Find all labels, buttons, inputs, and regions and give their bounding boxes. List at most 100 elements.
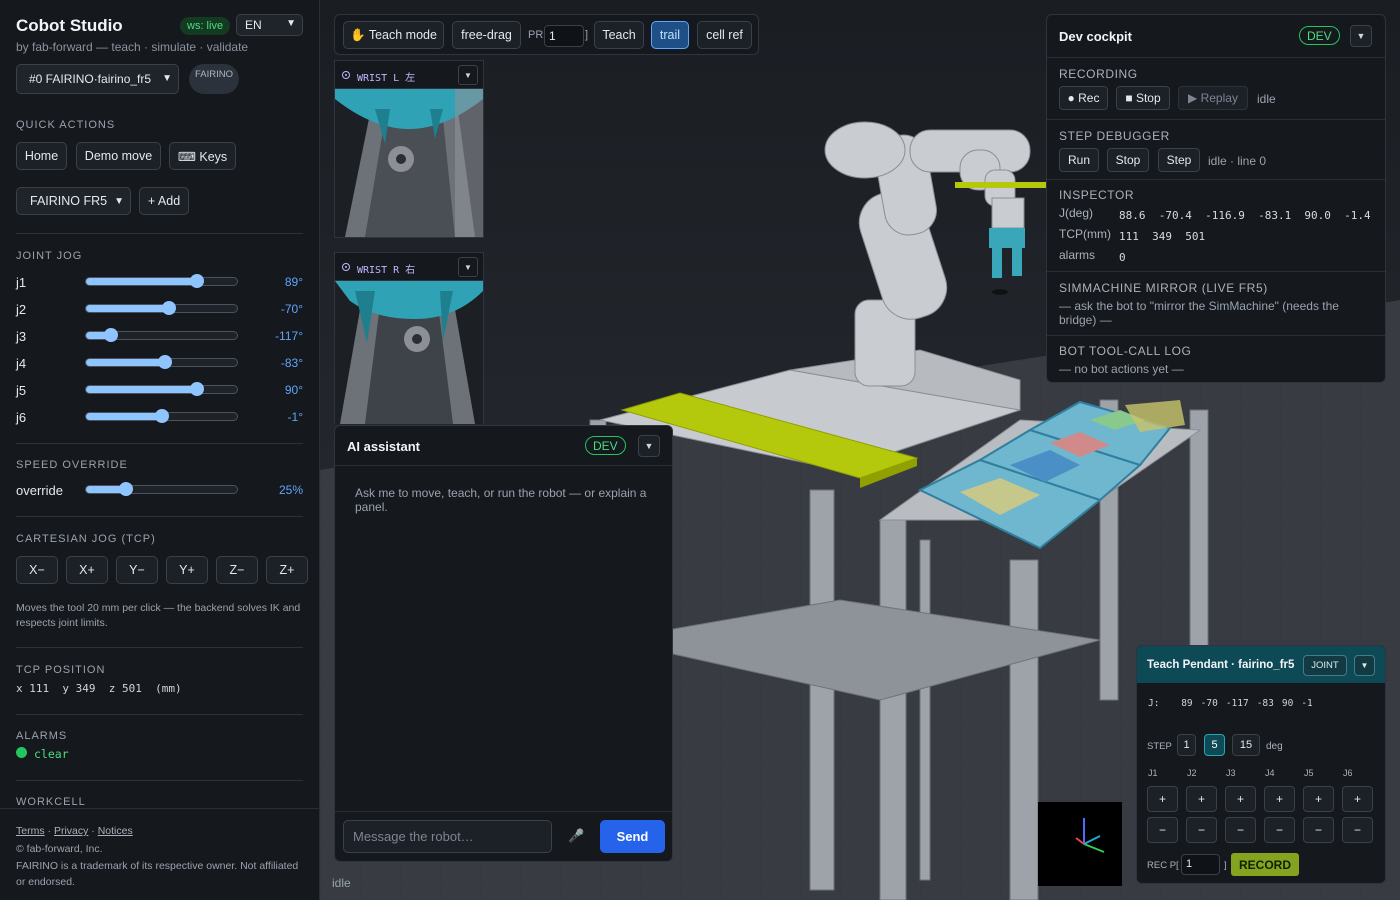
joint-plus-button[interactable]: + (1342, 786, 1373, 812)
pr-close-bracket: ] (585, 29, 589, 41)
pendant-joint-value: 90 (1281, 698, 1294, 709)
keys-button[interactable]: ⌨ Keys (169, 142, 236, 170)
ws-status-badge: ws: live (180, 17, 231, 35)
dev-badge: DEV (585, 436, 626, 455)
cartesian-jog-button[interactable]: X+ (66, 556, 108, 584)
rec-p-input[interactable]: 1 (1181, 854, 1220, 875)
step-15-button[interactable]: 15 (1232, 734, 1260, 756)
privacy-link[interactable]: Privacy (54, 825, 88, 837)
teach-mode-button[interactable]: ✋ Teach mode (343, 21, 444, 49)
joint-row-j3: j3 -117° (16, 326, 303, 346)
inspector-j-value: 88.6 -70.4 -116.9 -83.1 90.0 -1.4 (1119, 209, 1371, 222)
chevron-down-icon: ▼ (114, 196, 124, 207)
copyright: © fab-forward, Inc. (16, 843, 103, 855)
joint-label: j2 (16, 302, 27, 317)
joint-slider-j6[interactable] (154, 409, 169, 423)
joint-value: -117° (275, 329, 303, 343)
home-button[interactable]: Home (16, 142, 67, 170)
pendant-joint-value: -70 (1200, 698, 1218, 709)
joint-minus-button[interactable]: − (1264, 817, 1295, 843)
app-title: Cobot Studio (16, 16, 123, 35)
demo-move-button[interactable]: Demo move (76, 142, 161, 170)
replay-button[interactable]: ▶ Replay (1178, 86, 1248, 110)
joint-row-j2: j2 -70° (16, 299, 303, 319)
cartesian-jog-button[interactable]: X− (16, 556, 58, 584)
joint-plus-button[interactable]: + (1186, 786, 1217, 812)
ai-assistant-panel: AI assistant DEV ▼ Ask me to move, teach… (334, 425, 673, 862)
bot-tool-call-section: BOT TOOL-CALL LOG — no bot actions yet — (1047, 335, 1385, 383)
joint-slider-j3[interactable] (104, 328, 118, 342)
joint-slider-j4[interactable] (157, 355, 172, 369)
record-button[interactable]: RECORD (1231, 853, 1299, 876)
teach-pendant-title: Teach Pendant · fairino_fr5 (1147, 659, 1295, 671)
wrist-cam-right: WRIST R 右 ▼ (334, 252, 484, 424)
joint-slider-track[interactable] (85, 277, 238, 286)
add-robot-button[interactable]: + Add (139, 187, 189, 215)
terms-link[interactable]: Terms (16, 825, 45, 837)
joint-minus-button[interactable]: − (1186, 817, 1217, 843)
step-5-button[interactable]: 5 (1204, 734, 1225, 756)
inspector-section: INSPECTOR J(deg) 88.6 -70.4 -116.9 -83.1… (1047, 179, 1385, 271)
joint-label: j4 (16, 356, 27, 371)
joint-label: j5 (16, 383, 27, 398)
step-1-button[interactable]: 1 (1177, 734, 1196, 756)
joint-plus-button[interactable]: + (1225, 786, 1256, 812)
joint-plus-button[interactable]: + (1303, 786, 1334, 812)
joint-slider-j5[interactable] (189, 382, 204, 396)
joint-minus-button[interactable]: − (1225, 817, 1256, 843)
trail-toggle[interactable]: trail (651, 21, 689, 49)
speed-override-track[interactable] (85, 485, 238, 494)
joint-minus-button[interactable]: − (1342, 817, 1373, 843)
chevron-down-icon[interactable]: ▼ (458, 257, 478, 277)
step-debugger-heading: STEP DEBUGGER (1059, 129, 1170, 143)
pendant-joint-value: -83 (1256, 698, 1274, 709)
chevron-down-icon[interactable]: ▼ (638, 435, 660, 457)
message-input[interactable]: Message the robot… (343, 820, 552, 853)
model-select-value: FAIRINO FR5 (30, 194, 108, 208)
rec-button[interactable]: ● Rec (1059, 86, 1108, 110)
cartesian-jog-button[interactable]: Z− (216, 556, 258, 584)
joint-plus-button[interactable]: + (1264, 786, 1295, 812)
inspector-tcp-label: TCP(mm) (1059, 227, 1111, 241)
robot-select[interactable]: #0 FAIRINO·fairino_fr5 ▼ (16, 64, 179, 94)
run-button[interactable]: Run (1059, 148, 1099, 172)
free-drag-button[interactable]: free-drag (452, 21, 521, 49)
divider (16, 516, 303, 517)
joint-plus-button[interactable]: + (1147, 786, 1178, 812)
joint-value: -1° (287, 410, 303, 424)
chevron-down-icon[interactable]: ▼ (1354, 655, 1375, 676)
step-button[interactable]: Step (1158, 148, 1200, 172)
camera-icon (342, 71, 350, 79)
stop-recording-button[interactable]: ■ Stop (1116, 86, 1170, 110)
alarms-status: clear (34, 747, 69, 761)
wrist-cam-right-feed (335, 281, 483, 424)
joint-slider-track[interactable] (85, 385, 238, 394)
cell-ref-button[interactable]: cell ref (697, 21, 752, 49)
notices-link[interactable]: Notices (98, 825, 133, 837)
pr-index-input[interactable]: 1 (544, 25, 584, 47)
send-button[interactable]: Send (600, 820, 665, 853)
brand-pill: FAIRINO (189, 64, 240, 94)
joint-minus-button[interactable]: − (1303, 817, 1334, 843)
cartesian-jog-button[interactable]: Y+ (166, 556, 208, 584)
chevron-down-icon[interactable]: ▼ (458, 65, 478, 85)
camera-icon (342, 263, 350, 271)
teach-button[interactable]: Teach (594, 21, 644, 49)
language-select[interactable]: EN ▼ (236, 14, 303, 36)
joint-slider-j1[interactable] (189, 274, 204, 288)
cartesian-jog-button[interactable]: Z+ (266, 556, 308, 584)
tcp-readout: x 111 y 349 z 501 (mm) (16, 682, 182, 695)
cartesian-jog-button[interactable]: Y− (116, 556, 158, 584)
divider (16, 233, 303, 234)
pendant-joint-head: J1 (1148, 768, 1158, 778)
jog-mode-button[interactable]: JOINT (1303, 655, 1347, 676)
joint-minus-button[interactable]: − (1147, 817, 1178, 843)
pendant-joint-readout: J: 89 -70 -117 -83 90 -1 (1148, 698, 1313, 709)
debugger-stop-button[interactable]: Stop (1107, 148, 1149, 172)
chevron-down-icon: ▼ (162, 73, 172, 84)
microphone-icon[interactable]: 🎤 (568, 828, 584, 844)
model-select[interactable]: FAIRINO FR5 ▼ (16, 187, 131, 215)
step-unit: deg (1266, 741, 1283, 752)
status-dot-icon (16, 747, 27, 758)
chevron-down-icon[interactable]: ▼ (1350, 25, 1372, 47)
